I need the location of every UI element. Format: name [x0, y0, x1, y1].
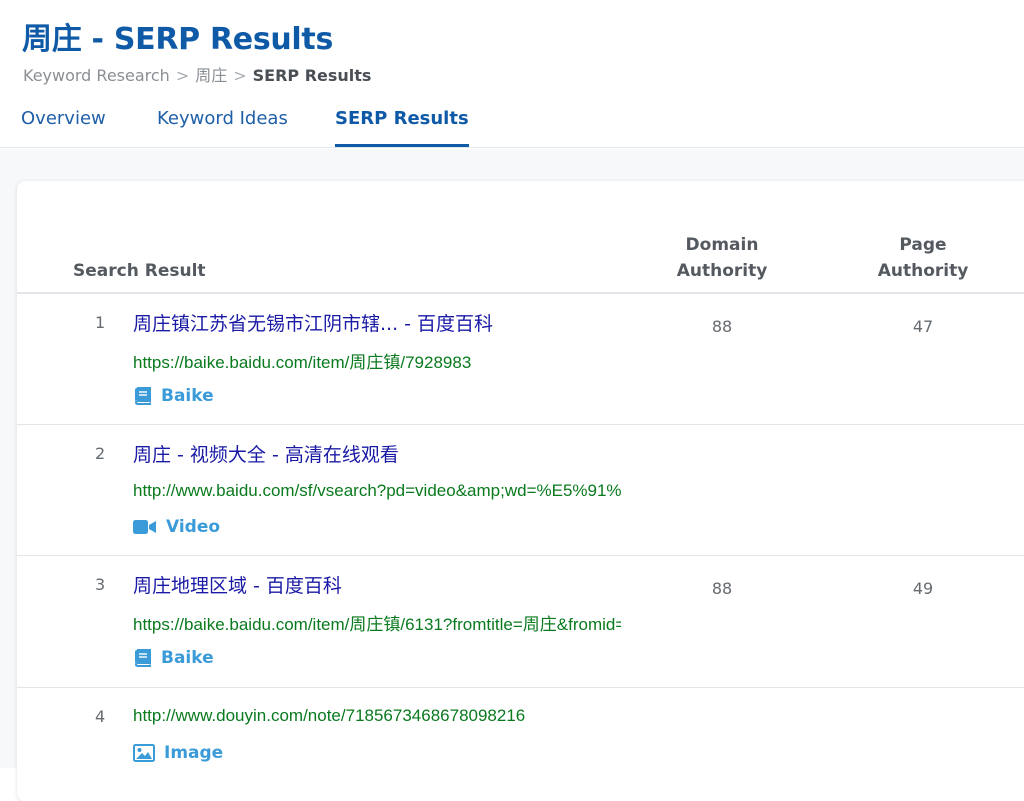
table-row: 4 http://www.douyin.com/note/71856734686…	[17, 688, 1024, 801]
result-type-label: Image	[164, 743, 224, 763]
column-header-page-authority[interactable]: Page Authority	[863, 232, 983, 284]
breadcrumb-keyword-research[interactable]: Keyword Research	[23, 66, 170, 85]
video-camera-icon	[133, 519, 157, 535]
table-row: 3 周庄地理区域 - 百度百科 https://baike.baidu.com/…	[17, 556, 1024, 687]
tab-keyword-ideas[interactable]: Keyword Ideas	[157, 108, 288, 148]
result-type-badge: Baike	[133, 648, 214, 668]
breadcrumb-separator: >	[233, 66, 247, 85]
column-header-domain-authority-line2: Authority	[676, 261, 768, 281]
tab-overview[interactable]: Overview	[21, 108, 106, 148]
result-type-badge: Baike	[133, 386, 214, 406]
page-authority-value: 49	[912, 579, 934, 598]
result-url[interactable]: http://www.douyin.com/note/7185673468678…	[133, 706, 621, 726]
result-rank: 1	[95, 313, 106, 332]
result-rank: 3	[95, 575, 106, 594]
serp-results-table: Search Result Domain Authority Page Auth…	[17, 181, 1024, 801]
result-title-link[interactable]: 周庄地理区域 - 百度百科	[133, 571, 342, 598]
column-header-domain-authority[interactable]: Domain Authority	[662, 232, 782, 284]
image-icon	[133, 744, 155, 762]
domain-authority-value: 88	[711, 317, 733, 336]
result-title-link[interactable]: 周庄 - 视频大全 - 高清在线观看	[133, 440, 399, 467]
page-authority-value: 47	[912, 317, 934, 336]
page-title: 周庄 - SERP Results	[22, 22, 334, 57]
column-header-search-result: Search Result	[73, 261, 206, 281]
result-title-link[interactable]: 周庄镇江苏省无锡市江阴市辖... - 百度百科	[133, 309, 493, 336]
result-type-label: Baike	[161, 386, 214, 406]
table-row: 2 周庄 - 视频大全 - 高清在线观看 http://www.baidu.co…	[17, 425, 1024, 556]
result-type-badge: Video	[133, 517, 220, 537]
result-url[interactable]: https://baike.baidu.com/item/周庄镇/6131?fr…	[133, 610, 621, 635]
result-type-label: Baike	[161, 648, 214, 668]
domain-authority-value: 88	[711, 579, 733, 598]
result-type-badge: Image	[133, 743, 223, 763]
column-header-page-authority-line2: Authority	[877, 261, 969, 281]
page-header: 周庄 - SERP Results Keyword Research > 周庄 > SE…	[0, 0, 1024, 148]
result-url[interactable]: https://baike.baidu.com/item/周庄镇/7928983	[133, 348, 621, 373]
breadcrumb-separator: >	[175, 66, 190, 85]
breadcrumb: Keyword Research > 周庄 > SERP Results	[23, 62, 371, 86]
result-type-label: Video	[166, 517, 221, 537]
result-url[interactable]: http://www.baidu.com/sf/vsearch?pd=video…	[133, 481, 621, 501]
breadcrumb-keyword[interactable]: 周庄	[195, 66, 227, 85]
tab-serp-results[interactable]: SERP Results	[335, 108, 469, 148]
book-icon	[133, 649, 152, 667]
result-rank: 4	[95, 707, 106, 726]
column-header-page-authority-line1: Page	[899, 235, 947, 255]
breadcrumb-current: SERP Results	[252, 66, 372, 85]
book-icon	[133, 387, 152, 405]
column-header-domain-authority-line1: Domain	[685, 235, 759, 255]
table-row: 1 周庄镇江苏省无锡市江阴市辖... - 百度百科 https://baike.…	[17, 294, 1024, 425]
result-rank: 2	[95, 444, 106, 463]
